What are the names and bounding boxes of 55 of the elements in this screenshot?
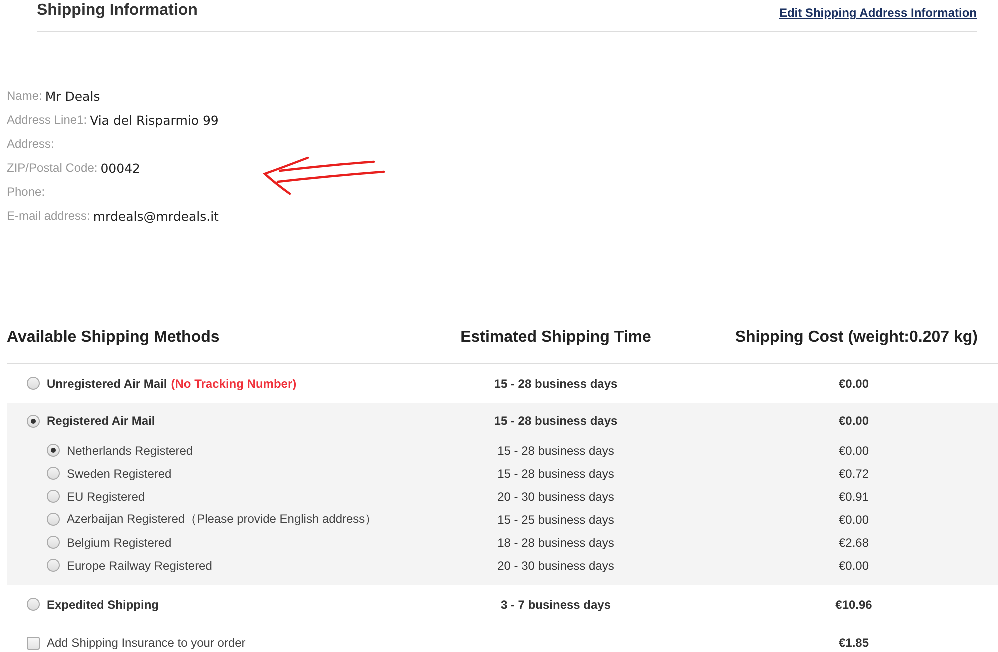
column-header: Estimated Shipping Time bbox=[460, 328, 652, 346]
method-name: Registered Air Mail bbox=[47, 414, 156, 428]
field-label: ZIP/Postal Code: bbox=[7, 161, 98, 175]
field-value: Via del Risparmio 99 bbox=[90, 112, 219, 128]
method-name: Expedited Shipping bbox=[47, 598, 160, 612]
shipping-cost: €10.96 bbox=[834, 598, 874, 612]
radio-button[interactable] bbox=[47, 536, 60, 549]
shipping-time: 18 - 28 business days bbox=[496, 536, 616, 550]
field-label: Phone: bbox=[7, 185, 46, 199]
shipping-cost: €0.00 bbox=[838, 414, 870, 428]
insurance-cost: €1.85 bbox=[838, 636, 870, 650]
method-name: Sweden Registered bbox=[67, 466, 172, 480]
method-name: Belgium Registered bbox=[67, 536, 172, 550]
field-label: Name: bbox=[7, 89, 42, 103]
field-value: Mr Deals bbox=[45, 88, 100, 104]
option-label: Add Shipping Insurance to your order bbox=[47, 636, 246, 650]
shipping-time: 15 - 28 business days bbox=[496, 444, 616, 458]
radio-button[interactable] bbox=[47, 467, 60, 480]
edit-address-link[interactable]: Edit Shipping Address Information bbox=[779, 6, 977, 20]
field-label: Address Line1: bbox=[7, 113, 88, 127]
method-name: Netherlands Registered bbox=[67, 444, 194, 458]
shipping-time: 15 - 28 business days bbox=[493, 376, 619, 390]
method-name: Unregistered Air Mail bbox=[47, 376, 168, 390]
field-label: Address: bbox=[7, 137, 54, 151]
shipping-cost: €0.00 bbox=[838, 558, 870, 572]
method-note: (No Tracking Number) bbox=[171, 376, 297, 390]
radio-button[interactable] bbox=[27, 598, 40, 611]
method-name: Azerbaijan Registered（Please provide English address） bbox=[67, 511, 378, 528]
radio-button[interactable] bbox=[47, 490, 60, 503]
shipping-time: 20 - 30 business days bbox=[496, 558, 616, 572]
shipping-cost: €0.91 bbox=[838, 490, 870, 504]
shipping-time: 3 - 7 business days bbox=[500, 598, 612, 612]
radio-button[interactable] bbox=[27, 377, 40, 390]
radio-button[interactable] bbox=[27, 414, 40, 428]
field-value: 00042 bbox=[100, 160, 140, 176]
shipping-time: 20 - 30 business days bbox=[496, 490, 616, 504]
column-header: Available Shipping Methods bbox=[7, 328, 221, 346]
radio-button[interactable] bbox=[47, 559, 60, 572]
field-value: mrdeals@mrdeals.it bbox=[93, 208, 219, 224]
field-label: E-mail address: bbox=[7, 209, 90, 223]
shipping-cost: €0.00 bbox=[838, 512, 870, 526]
section-title: Shipping Information bbox=[37, 2, 198, 20]
shipping-time: 15 - 28 business days bbox=[493, 414, 619, 428]
shipping-cost: €2.68 bbox=[838, 536, 870, 550]
shipping-cost: €0.00 bbox=[838, 444, 870, 458]
shipping-cost: €0.72 bbox=[838, 466, 870, 480]
method-name: Europe Railway Registered bbox=[67, 558, 212, 572]
shipping-time: 15 - 28 business days bbox=[496, 466, 616, 480]
checkbox[interactable] bbox=[27, 636, 40, 650]
radio-button[interactable] bbox=[47, 513, 60, 526]
column-header: Shipping Cost (weight:0.207 kg) bbox=[734, 328, 979, 346]
shipping-cost: €0.00 bbox=[838, 376, 870, 390]
method-name: EU Registered bbox=[67, 490, 146, 504]
shipping-time: 15 - 25 business days bbox=[496, 512, 616, 526]
radio-button[interactable] bbox=[47, 444, 60, 457]
